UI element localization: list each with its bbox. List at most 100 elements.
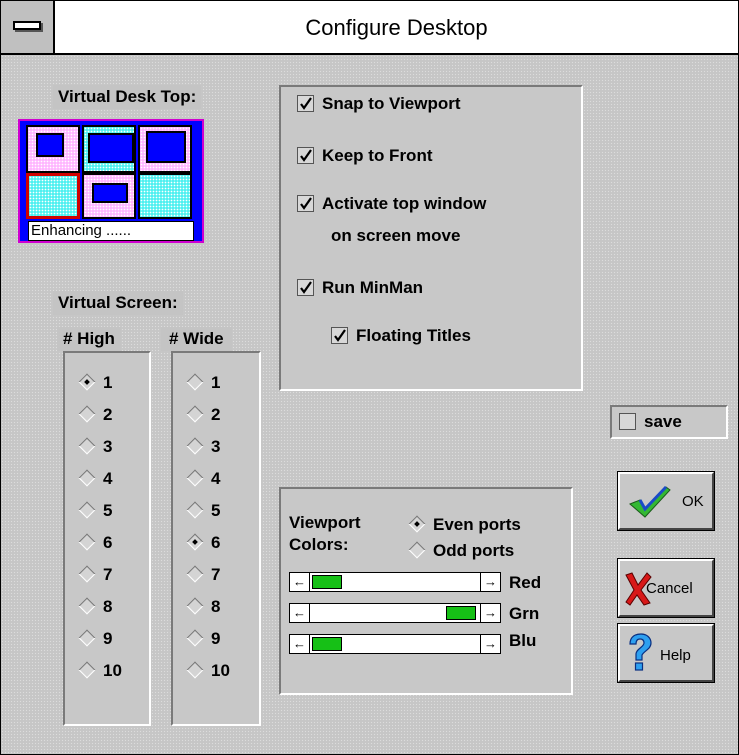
wide-radio-6[interactable]: 6	[186, 533, 220, 553]
radio-diamond	[186, 533, 204, 551]
radio-diamond	[186, 597, 204, 615]
radio-diamond	[78, 405, 96, 423]
wide-radio-9[interactable]: 9	[186, 629, 221, 649]
wide-radio-8[interactable]: 8	[186, 597, 221, 617]
wide-radio-label: 4	[211, 469, 221, 488]
high-radio-6[interactable]: 6	[78, 533, 113, 553]
system-menu-button[interactable]	[1, 1, 55, 53]
radio-diamond	[78, 501, 96, 519]
help-button[interactable]: Help	[617, 623, 715, 683]
high-radio-8[interactable]: 8	[78, 597, 113, 617]
checkbox-box	[619, 413, 636, 430]
snap-to-viewport-label: Snap to Viewport	[322, 94, 461, 113]
desktop-cell-5[interactable]	[82, 173, 136, 219]
high-radio-label: 3	[103, 437, 113, 456]
scroll-right-arrow-icon[interactable]: →	[480, 573, 500, 591]
radio-diamond	[186, 565, 204, 583]
wide-column-header: # Wide	[161, 327, 232, 351]
radio-diamond	[78, 533, 96, 551]
snap-to-viewport-checkbox[interactable]: Snap to Viewport	[297, 93, 461, 115]
activate-top-window-checkbox[interactable]: Activate top window	[297, 193, 486, 215]
scroll-left-arrow-icon[interactable]: ←	[290, 604, 310, 622]
green-label: Grn	[509, 604, 540, 623]
high-radio-label: 8	[103, 597, 113, 616]
red-scrollbar[interactable]: ← →	[289, 572, 501, 592]
desktop-cell-4[interactable]	[26, 173, 80, 219]
mini-window	[146, 131, 186, 163]
wide-radio-2[interactable]: 2	[186, 405, 220, 425]
high-radio-label: 2	[103, 405, 113, 424]
save-label: save	[644, 412, 682, 431]
high-radio-4[interactable]: 4	[78, 469, 112, 489]
high-radio-7[interactable]: 7	[78, 565, 112, 585]
floating-titles-label: Floating Titles	[356, 326, 471, 345]
save-checkbox[interactable]: save	[619, 411, 682, 433]
high-radio-5[interactable]: 5	[78, 501, 113, 521]
wide-radio-10[interactable]: 10	[186, 661, 230, 681]
desktop-cell-2[interactable]	[82, 125, 136, 173]
high-radio-label: 10	[103, 661, 122, 680]
activate-top-window-label-line2: on screen move	[331, 226, 461, 245]
run-minman-checkbox[interactable]: Run MinMan	[297, 277, 423, 299]
green-scroll-thumb[interactable]	[446, 606, 476, 620]
scroll-left-arrow-icon[interactable]: ←	[290, 635, 310, 653]
radio-diamond	[78, 597, 96, 615]
checkbox-box	[297, 195, 314, 212]
run-minman-label: Run MinMan	[322, 278, 424, 297]
scroll-right-arrow-icon[interactable]: →	[480, 604, 500, 622]
radio-diamond	[186, 501, 204, 519]
desktop-cell-3[interactable]	[138, 125, 192, 173]
high-radio-9[interactable]: 9	[78, 629, 113, 649]
even-ports-label: Even ports	[433, 515, 521, 534]
wide-radio-1[interactable]: 1	[186, 373, 220, 393]
radio-diamond	[186, 405, 204, 423]
high-radio-label: 6	[103, 533, 113, 552]
virtual-screen-label: Virtual Screen:	[53, 291, 183, 315]
high-radio-3[interactable]: 3	[78, 437, 113, 457]
blue-scrollbar[interactable]: ← →	[289, 634, 501, 654]
cancel-button[interactable]: Cancel	[617, 558, 715, 618]
high-radio-2[interactable]: 2	[78, 405, 113, 425]
ok-button[interactable]: OK	[617, 471, 715, 531]
keep-to-front-checkbox[interactable]: Keep to Front	[297, 145, 433, 167]
red-label: Red	[509, 573, 542, 592]
even-ports-radio[interactable]: Even ports	[408, 515, 521, 535]
high-radio-1[interactable]: 1	[78, 373, 112, 393]
desktop-status-text: Enhancing ......	[28, 221, 194, 241]
wide-radio-7[interactable]: 7	[186, 565, 220, 585]
high-radio-label: 9	[103, 629, 113, 648]
scroll-left-arrow-icon[interactable]: ←	[290, 573, 310, 591]
high-radio-label: 5	[103, 501, 113, 520]
floating-titles-checkbox[interactable]: Floating Titles	[331, 325, 471, 347]
desktop-cell-6[interactable]	[138, 173, 192, 219]
wide-radio-3[interactable]: 3	[186, 437, 220, 457]
wide-radio-5[interactable]: 5	[186, 501, 220, 521]
mini-window	[92, 183, 128, 203]
wide-radio-label: 8	[211, 597, 221, 616]
odd-ports-radio[interactable]: Odd ports	[408, 541, 514, 561]
cancel-label: Cancel	[646, 580, 693, 597]
virtual-desktop-preview[interactable]: Enhancing ......	[18, 119, 204, 243]
radio-diamond	[186, 661, 204, 679]
radio-diamond	[186, 437, 204, 455]
checkbox-box	[297, 279, 314, 296]
green-scrollbar[interactable]: ← →	[289, 603, 501, 623]
scroll-right-arrow-icon[interactable]: →	[480, 635, 500, 653]
viewport-colors-label-line2: Colors:	[289, 535, 349, 554]
wide-radio-label: 9	[211, 629, 221, 648]
radio-diamond	[186, 373, 204, 391]
configure-desktop-dialog: Configure Desktop Virtual Desk Top: Enha…	[0, 0, 739, 755]
virtual-desktop-label: Virtual Desk Top:	[53, 85, 202, 109]
help-label: Help	[660, 647, 691, 664]
blue-scroll-thumb[interactable]	[312, 637, 342, 651]
red-scroll-thumb[interactable]	[312, 575, 342, 589]
desktop-cell-1[interactable]	[26, 125, 80, 173]
mini-window	[36, 133, 64, 157]
radio-diamond	[408, 541, 426, 559]
high-radio-10[interactable]: 10	[78, 661, 122, 681]
system-menu-icon	[13, 21, 41, 30]
radio-diamond	[78, 629, 96, 647]
viewport-colors-label: Viewport	[289, 513, 361, 532]
wide-radio-4[interactable]: 4	[186, 469, 221, 489]
title-bar: Configure Desktop	[1, 1, 738, 55]
